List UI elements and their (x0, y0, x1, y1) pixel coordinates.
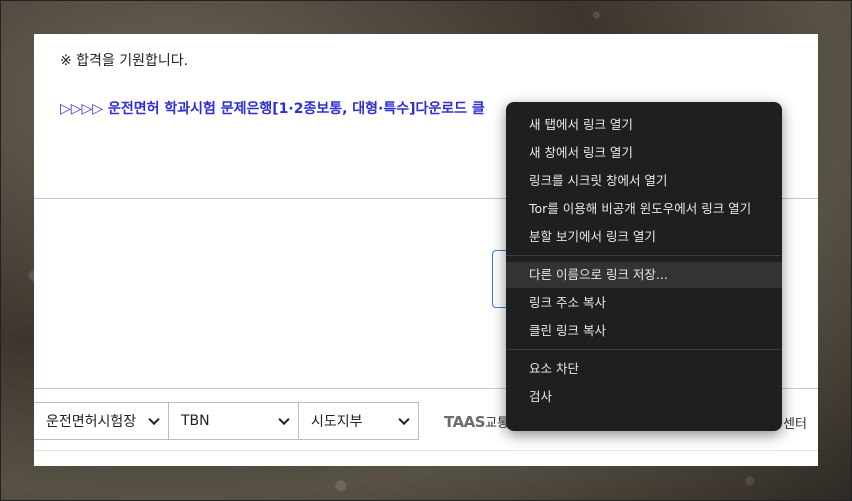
context-menu-item[interactable]: 새 탭에서 링크 열기 (506, 112, 782, 138)
select-branch[interactable]: 시도지부 (298, 402, 419, 440)
context-menu-item[interactable]: 검사 (506, 384, 782, 410)
context-menu-item[interactable]: 링크를 시크릿 창에서 열기 (506, 168, 782, 194)
taas-logo-text: TAAS (444, 413, 486, 431)
context-menu-item[interactable]: 다른 이름으로 링크 저장... (506, 262, 782, 288)
context-menu-item[interactable]: 요소 차단 (506, 356, 782, 382)
chevron-down-icon (398, 413, 410, 426)
context-menu-item[interactable]: 클린 링크 복사 (506, 318, 782, 344)
footer-right-text[interactable]: 센터 (783, 413, 807, 432)
context-menu-item[interactable]: Tor를 이용해 비공개 윈도우에서 링크 열기 (506, 196, 782, 222)
download-link[interactable]: ▷▷▷▷ 운전면허 학과시험 문제은행[1·2종보통, 대형·특수]다운로드 클 (60, 98, 485, 118)
select-value: TBN (181, 413, 210, 429)
divider (34, 450, 818, 451)
context-menu-item[interactable]: 새 창에서 링크 열기 (506, 140, 782, 166)
menu-separator (506, 255, 782, 256)
context-menu-item[interactable]: 링크 주소 복사 (506, 290, 782, 316)
menu-separator (506, 349, 782, 350)
select-exam-center[interactable]: 운전면허시험장 (34, 402, 169, 440)
taas-logo[interactable]: TAAS교통 (444, 412, 509, 431)
context-menu-item[interactable]: 분할 보기에서 링크 열기 (506, 224, 782, 250)
chevron-down-icon (278, 413, 290, 426)
select-tbn[interactable]: TBN (168, 402, 299, 440)
chevron-down-icon (148, 413, 160, 426)
select-value: 운전면허시험장 (46, 414, 137, 430)
select-value: 시도지부 (311, 414, 363, 430)
context-menu: 새 탭에서 링크 열기 새 창에서 링크 열기 링크를 시크릿 창에서 열기 Tor를… (506, 102, 782, 431)
pass-notice: ※ 합격을 기원합니다. (60, 53, 189, 69)
